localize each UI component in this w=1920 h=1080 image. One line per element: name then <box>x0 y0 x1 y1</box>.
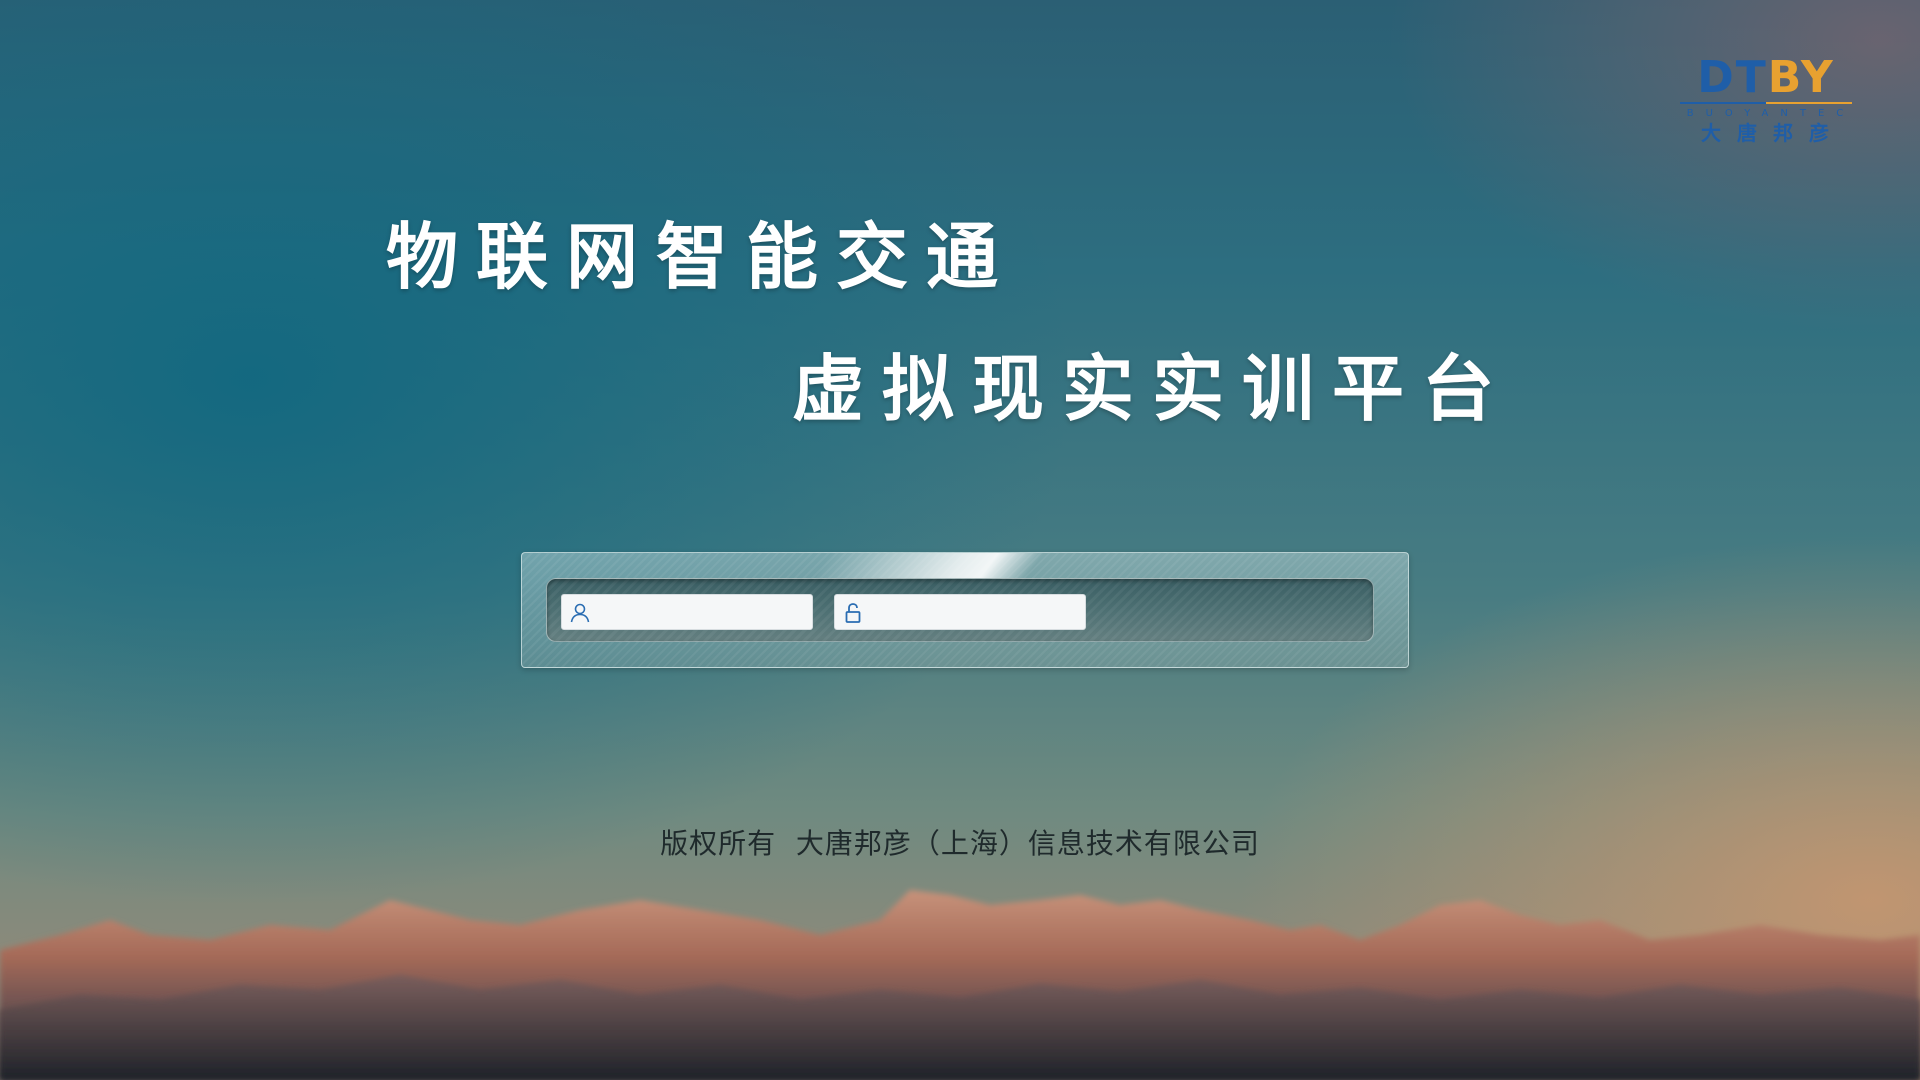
copyright-text: 版权所有 大唐邦彦（上海）信息技术有限公司 <box>660 827 1260 860</box>
unlock-icon <box>845 603 861 623</box>
login-form <box>546 578 1374 642</box>
logo-mark-right: BY <box>1767 52 1835 103</box>
password-input[interactable] <box>871 595 1081 629</box>
username-field[interactable] <box>561 594 813 630</box>
password-field[interactable] <box>834 594 1086 630</box>
company-logo: DTBY BUOYANTEC 大唐邦彦 <box>1676 56 1856 146</box>
logo-chinese-name: 大唐邦彦 <box>1701 121 1845 145</box>
page-title-line2: 虚拟现实实训平台 <box>792 347 1513 431</box>
login-screen: DTBY BUOYANTEC 大唐邦彦 物联网智能交通 虚拟现实实训平台 版权所… <box>0 0 1920 1080</box>
mountain-background <box>0 890 1920 1080</box>
user-icon <box>570 603 590 623</box>
logo-mark-left: DT <box>1697 52 1768 103</box>
logo-mark: DTBY <box>1676 56 1856 100</box>
login-panel <box>521 552 1409 668</box>
username-input[interactable] <box>598 595 808 629</box>
logo-subtitle: BUOYANTEC <box>1686 108 1856 119</box>
page-title-line1: 物联网智能交通 <box>386 215 1017 299</box>
